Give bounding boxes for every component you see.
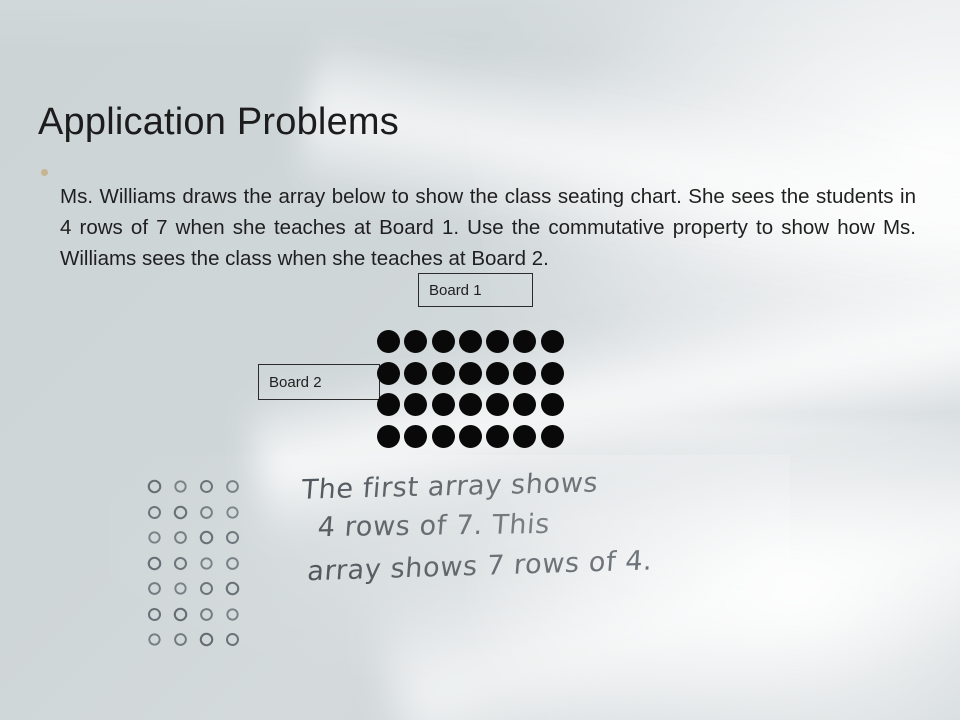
page-title: Application Problems bbox=[38, 101, 399, 144]
hand-circle-icon bbox=[147, 530, 162, 545]
dot-array-row bbox=[377, 330, 568, 362]
problem-paragraph: Ms. Williams draws the array below to sh… bbox=[60, 184, 916, 270]
bullet-dot-icon bbox=[41, 169, 48, 176]
array-dot bbox=[404, 393, 428, 416]
hand-circle-icon bbox=[172, 503, 189, 521]
hand-circle-icon bbox=[147, 607, 162, 621]
array-dot bbox=[513, 330, 537, 353]
hand-circle-icon bbox=[173, 581, 188, 596]
board-2-label-text: Board 2 bbox=[269, 373, 322, 391]
hand-circle-icon bbox=[172, 529, 189, 546]
dot-array-4x7 bbox=[377, 330, 568, 456]
dot-array-row bbox=[377, 393, 568, 425]
hand-circle-icon bbox=[225, 632, 240, 647]
hand-circle-icon bbox=[198, 504, 215, 520]
array-dot bbox=[540, 361, 564, 385]
array-dot bbox=[458, 424, 482, 448]
dot-array-row bbox=[377, 361, 568, 394]
hand-circle-icon bbox=[146, 580, 163, 597]
array-dot bbox=[513, 424, 537, 448]
array-dot bbox=[458, 330, 482, 353]
array-dot bbox=[513, 393, 537, 416]
array-dot bbox=[431, 424, 455, 448]
bullet-marker bbox=[36, 160, 60, 176]
hand-circle-row bbox=[146, 554, 252, 583]
slide-canvas: Application Problems Ms. Williams draws … bbox=[0, 0, 960, 720]
hand-circle-icon bbox=[224, 478, 241, 495]
array-dot bbox=[431, 330, 455, 353]
hand-circle-icon bbox=[198, 529, 215, 546]
hand-circle-icon bbox=[199, 479, 214, 494]
hand-circle-icon bbox=[172, 605, 189, 623]
hand-circle-icon bbox=[173, 479, 188, 494]
hand-circle-icon bbox=[146, 478, 163, 495]
handwritten-note: The first array shows 4 rows of 7. This … bbox=[300, 465, 770, 587]
handwritten-work-photo: The first array shows 4 rows of 7. This … bbox=[110, 455, 790, 685]
array-dot bbox=[431, 361, 455, 385]
hand-circle-icon bbox=[198, 606, 215, 622]
array-dot bbox=[486, 330, 510, 353]
hand-circle-icon bbox=[146, 554, 163, 572]
hand-circle-icon bbox=[199, 556, 214, 570]
hand-circle-icon bbox=[147, 632, 162, 647]
array-dot bbox=[377, 330, 400, 353]
hand-circle-icon bbox=[224, 580, 241, 597]
array-dot bbox=[540, 330, 564, 353]
hand-circle-icon bbox=[225, 530, 240, 545]
array-dot bbox=[404, 361, 428, 385]
background-top-band bbox=[0, 0, 960, 52]
array-dot bbox=[540, 393, 564, 416]
hand-circle-icon bbox=[173, 556, 188, 570]
array-dot bbox=[486, 361, 510, 385]
array-dot bbox=[377, 361, 400, 385]
hand-circle-row bbox=[147, 503, 252, 532]
hand-circle-row bbox=[146, 478, 252, 506]
array-dot bbox=[377, 424, 400, 448]
hand-circle-row bbox=[147, 631, 252, 659]
array-dot bbox=[540, 424, 564, 448]
hand-circle-icon bbox=[225, 505, 240, 519]
hand-circle-icon bbox=[225, 607, 240, 621]
hand-circle-icon bbox=[199, 581, 214, 596]
hand-circle-row bbox=[147, 605, 252, 634]
hand-circle-icon bbox=[172, 631, 189, 648]
array-dot bbox=[404, 330, 428, 353]
hand-circle-icon bbox=[224, 555, 241, 571]
array-dot bbox=[486, 393, 510, 416]
board-1-label-text: Board 1 bbox=[429, 281, 482, 299]
board-2-label-box: Board 2 bbox=[258, 364, 380, 400]
array-dot bbox=[486, 424, 510, 448]
hand-circle-icon bbox=[147, 505, 162, 519]
hand-drawn-array-7x4 bbox=[146, 478, 252, 659]
array-dot bbox=[513, 361, 537, 385]
board-1-label-box: Board 1 bbox=[418, 273, 533, 307]
array-dot bbox=[458, 361, 482, 385]
hand-circle-row bbox=[146, 580, 252, 608]
array-dot bbox=[377, 393, 400, 416]
array-dot bbox=[404, 424, 428, 448]
hand-circle-row bbox=[147, 529, 252, 557]
hand-circle-icon bbox=[198, 631, 215, 648]
dot-array-row bbox=[377, 424, 568, 457]
array-dot bbox=[458, 393, 482, 416]
array-dot bbox=[431, 393, 455, 416]
